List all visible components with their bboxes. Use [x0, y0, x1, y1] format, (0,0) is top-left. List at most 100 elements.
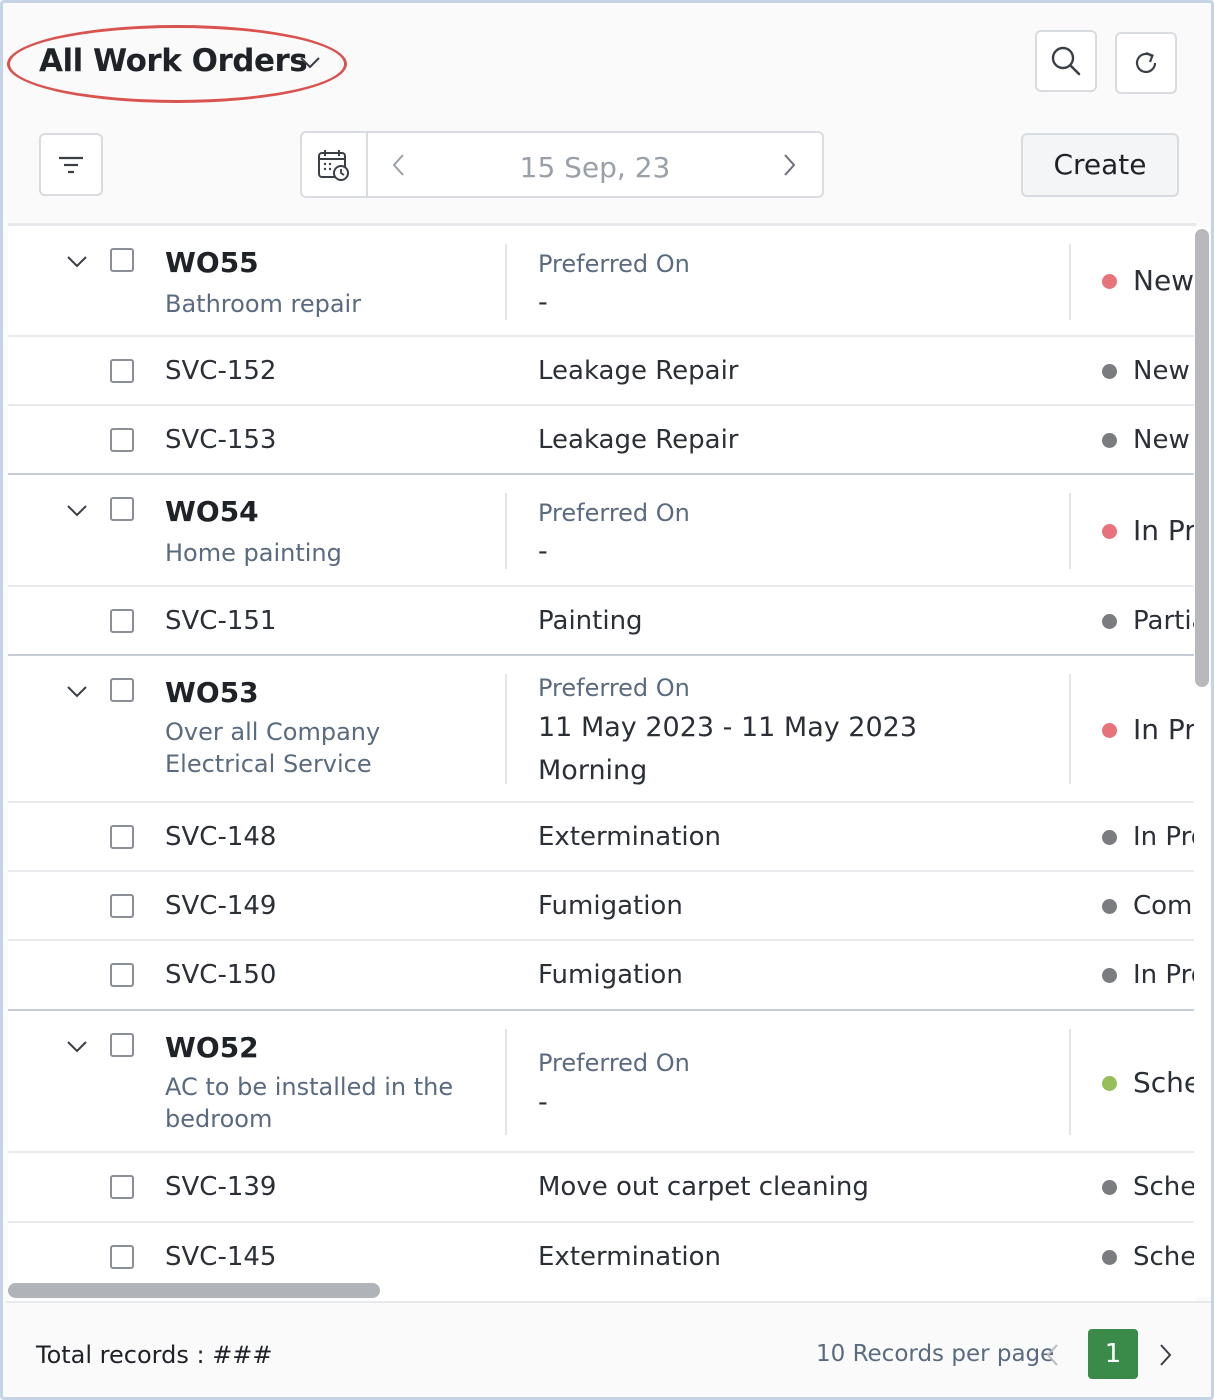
service-id[interactable]: SVC-148 — [165, 822, 276, 852]
row-checkbox[interactable] — [110, 678, 134, 702]
status-text: New — [1133, 425, 1190, 455]
table-row[interactable]: SVC-139 Move out carpet cleaning Schec — [8, 1153, 1196, 1223]
preferred-on-value: 11 May 2023 - 11 May 2023 — [538, 712, 918, 743]
status-text: In Pr — [1133, 514, 1196, 547]
work-order-id[interactable]: WO53 — [165, 676, 259, 709]
search-button[interactable] — [1035, 30, 1097, 92]
preferred-on-time: Morning — [538, 755, 648, 786]
current-page[interactable]: 1 — [1088, 1329, 1138, 1379]
page-title: All Work Orders — [39, 43, 308, 79]
chevron-down-icon[interactable] — [64, 497, 90, 523]
preferred-on-label: Preferred On — [538, 499, 690, 527]
row-checkbox[interactable] — [110, 359, 134, 383]
preferred-on-value: - — [538, 536, 548, 567]
calendar-button[interactable] — [302, 133, 368, 196]
divider — [1069, 244, 1071, 320]
table-row[interactable]: WO54 Home painting Preferred On - In Pr — [8, 475, 1196, 587]
divider — [1069, 674, 1071, 784]
table-row[interactable]: WO55 Bathroom repair Preferred On - New — [8, 226, 1196, 337]
status-text: New — [1133, 264, 1195, 297]
status-text: In Pro — [1133, 960, 1196, 990]
service-description: Move out carpet cleaning — [538, 1172, 869, 1202]
work-order-subject: Home painting — [165, 539, 342, 567]
calendar-clock-icon — [318, 149, 349, 181]
chevron-down-icon[interactable] — [64, 678, 90, 704]
filter-icon — [59, 156, 83, 173]
table-row[interactable]: SVC-148 Extermination In Pro — [8, 803, 1196, 872]
filter-button[interactable] — [39, 133, 103, 196]
row-checkbox[interactable] — [110, 963, 134, 987]
service-description: Fumigation — [538, 891, 683, 921]
horizontal-scroll-thumb[interactable] — [8, 1283, 380, 1298]
service-id[interactable]: SVC-153 — [165, 425, 276, 455]
service-id[interactable]: SVC-149 — [165, 891, 276, 921]
status-text: In Pro — [1133, 822, 1196, 852]
divider — [505, 244, 507, 320]
create-button[interactable]: Create — [1021, 133, 1179, 197]
chevron-right-icon[interactable] — [1156, 1341, 1174, 1369]
total-records: Total records : ### — [36, 1341, 273, 1369]
service-description: Extermination — [538, 1242, 722, 1272]
preferred-on-label: Preferred On — [538, 250, 690, 278]
status-text: Sche — [1133, 1066, 1196, 1099]
date-navigator: 15 Sep, 23 — [300, 131, 824, 198]
status-dot — [1102, 899, 1117, 914]
service-id[interactable]: SVC-139 — [165, 1172, 276, 1202]
table-row[interactable]: SVC-149 Fumigation Comp — [8, 872, 1196, 941]
chevron-right-icon[interactable] — [780, 151, 798, 179]
records-per-page[interactable]: 10 Records per page — [816, 1341, 1054, 1367]
table-row[interactable]: SVC-150 Fumigation In Pro — [8, 941, 1196, 1011]
service-id[interactable]: SVC-150 — [165, 960, 276, 990]
table-row[interactable]: WO53 Over all Company Electrical Service… — [8, 656, 1196, 803]
refresh-button[interactable] — [1115, 32, 1177, 94]
row-checkbox[interactable] — [110, 497, 134, 521]
work-order-subject: Bathroom repair — [165, 290, 362, 318]
row-checkbox[interactable] — [110, 1245, 134, 1269]
divider — [1069, 1029, 1071, 1135]
work-order-id[interactable]: WO55 — [165, 246, 259, 279]
service-description: Painting — [538, 606, 643, 636]
chevron-down-icon[interactable] — [64, 248, 90, 274]
table-row[interactable]: SVC-153 Leakage Repair New — [8, 406, 1196, 475]
divider — [505, 674, 507, 784]
service-description: Extermination — [538, 822, 722, 852]
table-row[interactable]: SVC-151 Painting Partia — [8, 587, 1196, 656]
chevron-left-icon[interactable] — [1044, 1341, 1062, 1369]
status-dot — [1102, 830, 1117, 845]
work-order-subject: AC to be installed in the bedroom — [165, 1073, 454, 1133]
divider — [1069, 493, 1071, 569]
row-checkbox[interactable] — [110, 428, 134, 452]
status-dot — [1102, 968, 1117, 983]
divider — [505, 493, 507, 569]
status-dot — [1102, 614, 1117, 629]
status-dot — [1102, 364, 1117, 379]
row-checkbox[interactable] — [110, 1175, 134, 1199]
row-checkbox[interactable] — [110, 609, 134, 633]
work-order-id[interactable]: WO52 — [165, 1031, 259, 1064]
status-dot — [1102, 1250, 1117, 1265]
row-checkbox[interactable] — [110, 1033, 134, 1057]
service-description: Leakage Repair — [538, 425, 739, 455]
table-row[interactable]: SVC-152 Leakage Repair New — [8, 337, 1196, 406]
service-id[interactable]: SVC-151 — [165, 606, 276, 636]
service-id[interactable]: SVC-145 — [165, 1242, 276, 1272]
refresh-icon — [1135, 51, 1157, 74]
work-order-id[interactable]: WO54 — [165, 495, 259, 528]
service-id[interactable]: SVC-152 — [165, 356, 276, 386]
status-dot — [1102, 433, 1117, 448]
service-description: Fumigation — [538, 960, 683, 990]
work-order-table: WO55 Bathroom repair Preferred On - New … — [8, 223, 1196, 1301]
chevron-down-icon[interactable] — [64, 1033, 90, 1059]
status-text: New — [1133, 356, 1190, 386]
view-selector[interactable]: All Work Orders — [7, 25, 347, 103]
row-checkbox[interactable] — [110, 894, 134, 918]
table-row[interactable]: WO52 AC to be installed in the bedroom P… — [8, 1011, 1196, 1153]
row-checkbox[interactable] — [110, 248, 134, 272]
pagination-footer: Total records : ### 10 Records per page … — [6, 1301, 1211, 1397]
work-order-subject: Over all Company Electrical Service — [165, 718, 381, 778]
row-checkbox[interactable] — [110, 825, 134, 849]
chevron-down-icon — [300, 57, 320, 69]
divider — [505, 1029, 507, 1135]
vertical-scroll-thumb[interactable] — [1195, 229, 1209, 687]
status-text: Schec — [1133, 1242, 1196, 1272]
